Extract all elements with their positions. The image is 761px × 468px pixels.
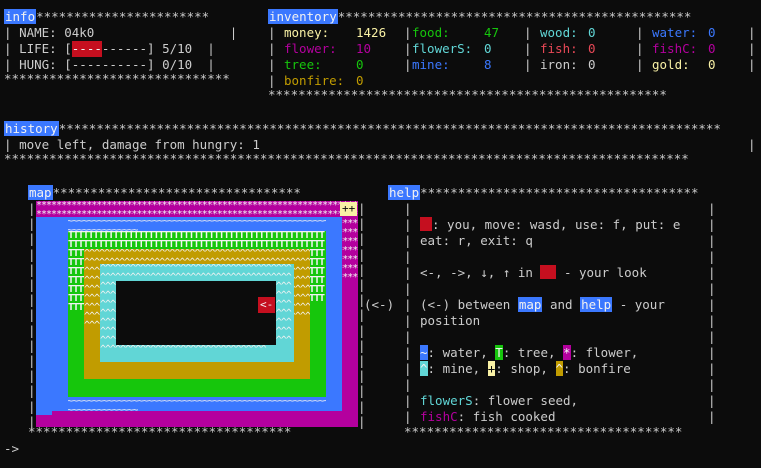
info-border-bottom: ****************************** [4, 71, 230, 86]
player-marker: <- [258, 297, 276, 313]
inv-flower: flower: [284, 41, 337, 56]
mine-legend-icon: ^ [420, 361, 428, 376]
hung-value: 0/10 [162, 57, 193, 72]
inv-water: water: [652, 25, 698, 40]
inv-mine: mine: [412, 57, 450, 72]
map-border-top: ********************************* [52, 185, 301, 200]
inv-tree: tree: [284, 57, 322, 72]
map-grid: ****************************************… [36, 201, 358, 427]
history-line: move left, damage from hungry: 1 [19, 137, 260, 152]
history-tag: history [4, 121, 59, 136]
you-swatch-icon-2 [540, 265, 557, 279]
map-empty-area [116, 281, 276, 345]
inventory-tag: inventory [268, 9, 338, 24]
help-position-text: (<-) between [420, 297, 511, 312]
name-label: NAME: [19, 25, 57, 40]
help-tag: help [388, 185, 421, 200]
hung-bar: ---------- [71, 57, 148, 72]
help-map-ref: map [517, 297, 543, 312]
inv-iron: iron: [540, 57, 578, 72]
tree-legend-icon: T [495, 345, 503, 360]
inv-money: money: [284, 25, 330, 40]
inv-bonfire: bonfire: [284, 73, 345, 88]
command-prompt[interactable]: -> [4, 441, 19, 457]
inventory-border-bottom: ****************************************… [268, 87, 667, 102]
inv-fish: fish: [540, 41, 578, 56]
shop-marker: ++ [340, 202, 358, 216]
info-tag: info [4, 9, 37, 24]
map-tag: map [28, 185, 53, 200]
help-line-controls: : you, move: wasd, use: f, put: e [432, 217, 681, 232]
help-border-bottom: ************************************* [404, 424, 683, 439]
hung-label: HUNG: [19, 57, 57, 72]
history-border-top: ****************************************… [58, 121, 721, 136]
help-look-keys: <-, ->, ↓, ↑ in [420, 265, 533, 280]
name-value: 04k0 [64, 25, 95, 40]
inventory-border-top: ****************************************… [337, 9, 692, 24]
info-border-top: *********************** [36, 9, 210, 24]
bonfire-legend-icon: ^ [555, 361, 564, 376]
life-value: 5/10 [162, 41, 193, 56]
flower-legend-icon: * [563, 345, 571, 360]
inv-food: food: [412, 25, 450, 40]
inv-fishC: fishC: [652, 41, 698, 56]
life-bar-rest: ------ [101, 41, 148, 56]
help-border-top: ************************************* [420, 185, 699, 200]
water-ring-bottom: ~~~~~~~~~~~~~~~~~~~~~~~~~~~~~~~~~~~~~~~~… [52, 397, 342, 411]
inv-wood: wood: [540, 25, 578, 40]
water-left [36, 217, 52, 415]
position-arrow: (<-) [364, 297, 395, 312]
life-bar-fill: ---- [71, 41, 102, 57]
inv-gold: gold: [652, 57, 690, 72]
water-ring: ~~~~~~~~~~~~~~~~~~~~~~~~~~~~~~~~~~~~~~~~… [52, 217, 342, 231]
help-help-ref: help [580, 297, 613, 312]
you-swatch-icon [420, 217, 432, 231]
history-border-bottom: ****************************************… [4, 151, 689, 166]
inv-flowerS: flowerS: [412, 41, 473, 56]
flowerS-key: flowerS [420, 393, 473, 408]
water-legend-icon: ~ [420, 345, 428, 360]
life-label: LIFE: [19, 41, 57, 56]
help-line-controls-2: eat: r, exit: q [420, 233, 533, 248]
fishC-key: fishC [420, 409, 458, 424]
help-look-desc: - your look [563, 265, 647, 280]
